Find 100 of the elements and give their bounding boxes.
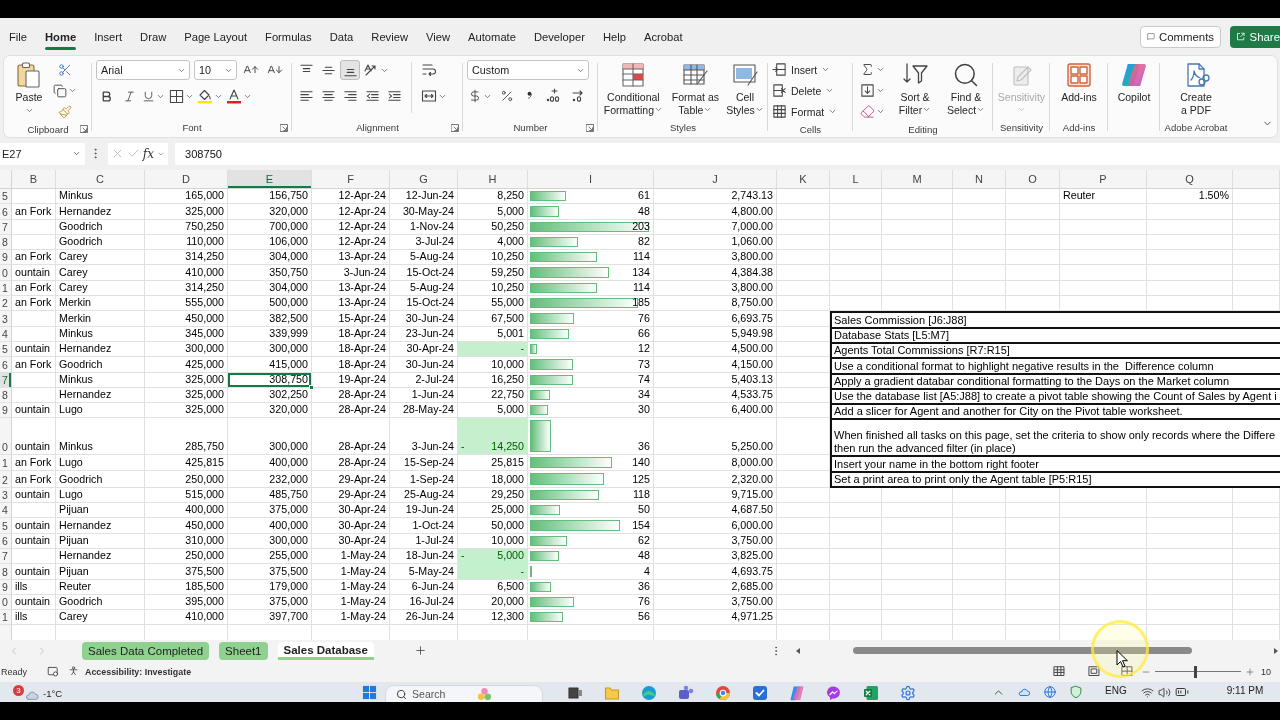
caret-icon[interactable] [703,105,713,114]
delete-cells-button[interactable]: Delete [772,80,838,101]
format-as-table-button[interactable]: Format as Table [667,59,723,117]
add-sheet-icon[interactable] [413,644,427,657]
search-field[interactable]: Search [385,685,544,702]
caret-icon[interactable] [654,105,663,114]
underline-icon[interactable] [142,89,155,103]
shield-icon[interactable] [1069,685,1084,699]
check-icon[interactable] [127,147,141,160]
ribbon-tab[interactable]: Help [593,27,635,46]
ribbon-tab[interactable]: Formulas [256,27,321,46]
fill-color-icon[interactable] [197,88,213,104]
fill-handle[interactable] [309,384,314,390]
chat-bubble-icon[interactable] [826,685,843,701]
cell-styles-button[interactable]: Cell Styles [725,59,764,117]
ribbon-tab[interactable]: File [0,27,37,46]
row-header[interactable]: 6 [0,357,12,373]
increase-indent-icon[interactable] [386,88,402,104]
mouse-pointer-icon[interactable] [1116,650,1128,668]
search-input[interactable]: Search [412,688,473,700]
share-icon[interactable] [1236,30,1246,43]
scroll-right-icon[interactable] [1272,646,1280,655]
insert-cells-icon[interactable] [772,62,787,77]
speaker-icon[interactable] [1157,685,1171,699]
formula-input[interactable]: 308750 [175,142,1280,165]
caret-icon[interactable] [24,106,34,115]
caret-icon[interactable] [922,105,932,114]
align-left-icon[interactable] [298,88,314,104]
caret-icon[interactable] [72,149,81,158]
create-pdf-button[interactable]: Create a PDF [1166,59,1226,117]
caret-icon[interactable] [828,107,838,116]
language-indicator[interactable]: ENG [1105,685,1127,696]
ribbon-tab[interactable]: Page Layout [175,27,257,46]
name-box[interactable]: E27 [0,142,85,165]
insert-cells-button[interactable]: Insert [772,59,838,80]
grid-view-icon[interactable] [1053,664,1068,679]
accessibility-status[interactable]: Accessibility: Investigate [85,666,192,677]
slider-thumb[interactable] [1193,665,1197,678]
page-break-icon[interactable] [1121,664,1136,679]
row-header[interactable]: 6 [0,204,12,220]
ribbon-tab[interactable]: Draw [131,27,176,46]
wifi-icon[interactable] [1140,685,1154,699]
conditional-formatting-button[interactable]: Conditional Formatting [602,59,665,117]
caret-icon[interactable] [875,65,885,74]
ribbon-tab[interactable]: View [417,27,460,46]
currency-icon[interactable] [468,89,482,103]
find-select-button[interactable]: Find & Select [943,59,989,117]
borders-icon[interactable] [168,88,184,104]
spreadsheet-icon[interactable] [863,685,880,701]
row-header[interactable]: 8 [0,564,12,580]
orientation-icon[interactable] [363,62,379,78]
align-right-icon[interactable] [342,88,358,104]
ribbon-tab[interactable]: Insert [85,27,132,46]
italic-icon[interactable] [122,89,136,103]
caret-icon[interactable] [825,86,835,95]
window-stack-icon[interactable] [567,685,584,701]
fill-down-icon[interactable] [859,83,875,98]
percent-icon[interactable] [500,89,514,103]
row-header[interactable]: 4 [0,503,12,519]
copilot-button[interactable]: Copilot [1112,59,1156,104]
caret-icon[interactable] [68,86,77,95]
row-header[interactable]: 2 [0,296,12,312]
paintbrush-icon[interactable] [58,104,72,119]
caret-icon[interactable] [875,107,885,116]
copy-icon[interactable] [53,83,67,98]
wave-circle-icon[interactable] [641,685,658,701]
tri-color-circle-icon[interactable] [715,685,732,701]
row-header[interactable]: 9 [0,250,12,266]
globe-icon[interactable] [1043,685,1058,699]
search-icon[interactable] [396,688,408,700]
number-format-dropdown[interactable]: Custom [467,60,589,80]
dialog-launcher-icon[interactable] [280,123,288,132]
row-header[interactable]: 5 [0,189,12,205]
ribbon-tab[interactable]: Acrobat [634,27,692,46]
check-tile-icon[interactable] [752,685,769,701]
slanted-bars-icon[interactable] [1120,61,1148,89]
ribbon-tab[interactable]: Developer [524,27,594,46]
dialog-launcher-icon[interactable] [451,123,459,132]
row-header[interactable]: 1 [0,455,12,471]
settings-icon[interactable] [900,685,917,701]
sheet-tab[interactable]: Sales Data Completed [82,641,210,660]
delete-cells-icon[interactable] [772,83,787,98]
caret-icon[interactable] [821,65,831,74]
insert-function-button[interactable]: fx [142,146,154,161]
comment-icon[interactable] [1147,30,1155,43]
align-center-icon[interactable] [320,88,336,104]
format-cells-button[interactable]: Format [772,101,838,122]
four-squares-icon[interactable] [362,685,378,700]
zoom-percentage[interactable]: 10 [1261,666,1272,677]
merge-center-icon[interactable] [421,88,437,104]
sort-filter-button[interactable]: Sort & Filter [892,59,938,117]
paste-button[interactable]: Paste [8,59,50,115]
font-size-dropdown[interactable]: 10 [194,60,237,80]
battery-icon[interactable] [1174,685,1189,699]
search-icon[interactable] [952,61,980,89]
ribbon-tab[interactable]: Review [362,27,417,46]
caret-icon[interactable] [875,86,885,95]
wrap-text-icon[interactable] [421,62,437,78]
row-header[interactable]: 0 [0,265,12,281]
slanted-bars-icon[interactable] [789,685,806,701]
